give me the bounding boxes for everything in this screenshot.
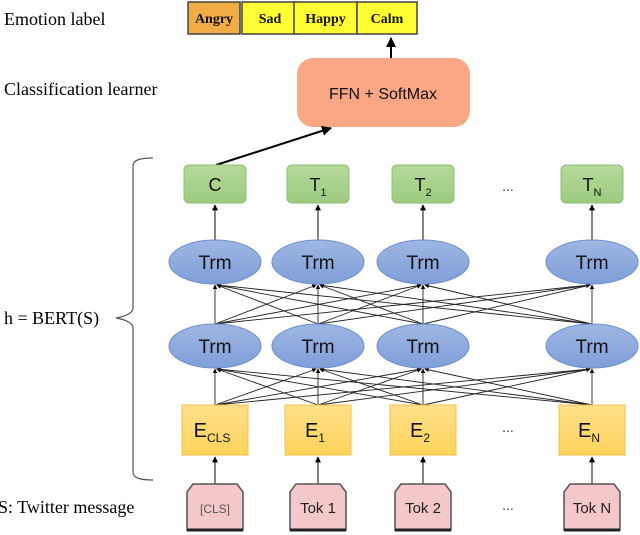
- transformer-layer-bottom: Trm Trm Trm Trm: [168, 323, 639, 369]
- embedding-row: ECLS E1 E2 EN: [181, 404, 626, 484]
- output-node-0: C: [183, 164, 247, 240]
- trm-node-2: Trm: [376, 323, 470, 369]
- token-label: Tok N: [573, 500, 611, 517]
- emotion-text: Calm: [371, 12, 404, 27]
- trm-label: Trm: [406, 253, 439, 274]
- bert-caption: h = BERT(S): [4, 308, 99, 329]
- embedding-ellipsis: ...: [502, 419, 514, 435]
- trm-node-3: Trm: [545, 239, 639, 285]
- emotion-calm: Calm: [356, 1, 418, 35]
- bert-brace: [115, 157, 154, 481]
- trm-node-0: Trm: [168, 323, 262, 369]
- output-label-subscript: 2: [425, 187, 431, 199]
- token-label: [CLS]: [200, 502, 230, 516]
- emotion-angry: Angry: [187, 1, 241, 35]
- output-label-main: T: [414, 175, 425, 195]
- embedding-label-subscript: 2: [423, 431, 430, 445]
- output-node-3: TN: [560, 164, 624, 240]
- token-node-1: Tok 1: [289, 483, 347, 532]
- embedding-label-main: E: [578, 420, 591, 442]
- embedding-label-main: E: [194, 420, 207, 442]
- trm-label: Trm: [198, 337, 231, 358]
- emotion-sad: Sad: [241, 1, 299, 35]
- transformer-layer-top: Trm Trm Trm Trm: [168, 239, 639, 285]
- arrow-c-to-classifier: [215, 125, 332, 166]
- output-label-main: T: [583, 175, 594, 195]
- emotion-label-caption: Emotion label: [4, 9, 105, 29]
- trm-node-2: Trm: [376, 239, 470, 285]
- trm-node-3: Trm: [545, 323, 639, 369]
- output-label-subscript: N: [594, 187, 602, 199]
- embedding-label-main: E: [410, 420, 423, 442]
- token-row: [CLS] Tok 1 Tok 2 Tok N: [186, 483, 621, 532]
- trm-label: Trm: [406, 337, 439, 358]
- trm-label: Trm: [301, 337, 334, 358]
- emotion-happy: Happy: [293, 1, 358, 35]
- input-caption: S: Twitter message: [0, 497, 134, 517]
- emotion-text: Angry: [195, 12, 233, 27]
- trm-node-1: Trm: [271, 323, 365, 369]
- output-label-main: T: [309, 175, 320, 195]
- embedding-label-subscript: CLS: [207, 431, 230, 445]
- token-label: Tok 1: [300, 500, 336, 517]
- token-node-0: [CLS]: [186, 483, 244, 532]
- connection-line: [214, 284, 317, 325]
- trm-label: Trm: [575, 337, 608, 358]
- token-node-3: Tok N: [563, 483, 621, 532]
- trm-label: Trm: [301, 253, 334, 274]
- token-ellipsis: ...: [502, 497, 514, 513]
- embedding-label-main: E: [305, 420, 318, 442]
- embedding-node-1: E1: [284, 404, 352, 484]
- connection-line: [214, 368, 317, 406]
- output-label-main: C: [209, 175, 222, 195]
- output-node-2: T2: [391, 164, 455, 240]
- emotion-text: Happy: [305, 12, 345, 27]
- output-row: C T1 T2 TN: [183, 164, 624, 240]
- output-node-1: T1: [286, 164, 350, 240]
- embedding-box: [181, 404, 249, 456]
- trm-label: Trm: [198, 253, 231, 274]
- trm-node-1: Trm: [271, 239, 365, 285]
- classifier-label: FFN + SoftMax: [329, 86, 437, 103]
- token-label: Tok 2: [405, 500, 441, 517]
- output-label-subscript: 1: [320, 187, 326, 199]
- embedding-label-subscript: 1: [318, 431, 325, 445]
- output-label: C: [209, 175, 222, 195]
- trm-node-0: Trm: [168, 239, 262, 285]
- bert-emotion-diagram: Emotion label Classification learner h =…: [0, 1, 639, 532]
- emotion-text: Sad: [259, 12, 282, 27]
- embedding-label-subscript: N: [591, 431, 600, 445]
- token-node-2: Tok 2: [394, 483, 452, 532]
- embedding-node-3: EN: [558, 404, 626, 484]
- trm-label: Trm: [575, 253, 608, 274]
- output-ellipsis: ...: [502, 178, 514, 194]
- embedding-node-2: E2: [389, 404, 457, 484]
- embedding-node-0: ECLS: [181, 404, 249, 484]
- classification-learner-caption: Classification learner: [4, 79, 157, 99]
- emotion-labels: Angry Sad Happy Calm: [187, 1, 418, 35]
- embedding-box: [558, 404, 626, 456]
